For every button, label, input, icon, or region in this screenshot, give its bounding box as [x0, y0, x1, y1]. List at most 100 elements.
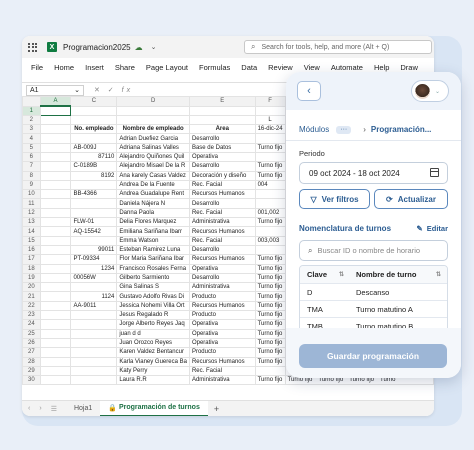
- cell-a[interactable]: [39, 365, 72, 377]
- edit-link[interactable]: ✎ Editar: [416, 224, 448, 233]
- cell-shift[interactable]: [254, 133, 286, 144]
- add-sheet-icon[interactable]: +: [214, 404, 219, 414]
- cell-shift[interactable]: Turno fijo: [254, 356, 286, 367]
- cell-employee-name[interactable]: Jessica Nohemi Villa Ort: [116, 300, 190, 312]
- cell-employee-id[interactable]: 1234: [70, 263, 118, 274]
- cell-a[interactable]: [39, 235, 72, 246]
- row-header[interactable]: 7: [22, 161, 41, 172]
- row-header[interactable]: 26: [22, 337, 41, 349]
- cell-shift[interactable]: Turno fijo: [254, 328, 286, 339]
- sheet-tab-hoja1[interactable]: Hoja1: [66, 401, 100, 417]
- menu-share[interactable]: Share: [115, 63, 135, 72]
- menu-file[interactable]: File: [31, 63, 43, 72]
- cell-a[interactable]: [39, 375, 72, 386]
- cell-employee-id[interactable]: [70, 356, 118, 367]
- cell-employee-name[interactable]: Gilberto Sarmiento: [116, 272, 190, 284]
- cell-employee-name[interactable]: Jesus Regalado R: [116, 310, 190, 321]
- cell-area[interactable]: Recursos Humanos: [188, 189, 256, 200]
- cell-employee-name[interactable]: Nombre de empleado: [116, 124, 190, 135]
- table-row[interactable]: TMA Turno matutino A: [300, 300, 447, 317]
- cell-employee-name[interactable]: Emiliana Sariñana Ibarr: [116, 226, 190, 237]
- row-header[interactable]: 5: [22, 142, 41, 154]
- menu-automate[interactable]: Automate: [331, 63, 363, 72]
- cell-employee-id[interactable]: [70, 319, 118, 330]
- row-header[interactable]: 3: [22, 124, 41, 135]
- shift-search-input[interactable]: ⌕ Buscar ID o nombre de horario: [299, 240, 448, 261]
- cell-shift[interactable]: [254, 151, 286, 163]
- cell-shift[interactable]: [254, 105, 286, 116]
- cell-area[interactable]: Desarrollo: [188, 244, 256, 256]
- cell-a[interactable]: [39, 179, 72, 191]
- cell-employee-name[interactable]: Daniela Nájera N: [116, 198, 190, 209]
- cell-shift[interactable]: Turno fijo: [254, 375, 286, 386]
- cell-a[interactable]: [39, 226, 72, 237]
- menu-home[interactable]: Home: [54, 63, 74, 72]
- user-menu[interactable]: ⌄: [411, 80, 449, 102]
- cell-employee-id[interactable]: AB-009J: [70, 142, 118, 154]
- row-header[interactable]: 9: [22, 179, 41, 191]
- row-header[interactable]: 16: [22, 244, 41, 256]
- menu-view[interactable]: View: [304, 63, 320, 72]
- cell-area[interactable]: Administrativa: [188, 375, 256, 386]
- search-box[interactable]: ⌕ Search for tools, help, and more (Alt …: [244, 40, 432, 54]
- menu-page-layout[interactable]: Page Layout: [146, 63, 188, 72]
- header-nombre[interactable]: Nombre de turno ⇅: [348, 270, 447, 279]
- name-box[interactable]: A1 ⌄: [26, 84, 84, 96]
- app-launcher-icon[interactable]: [28, 42, 37, 52]
- cell-a[interactable]: [39, 124, 72, 135]
- cell-employee-name[interactable]: Gina Salinas S: [116, 282, 190, 293]
- cell-area[interactable]: Operativa: [188, 263, 256, 274]
- cell-area[interactable]: Recursos Humanos: [188, 356, 256, 367]
- cell-employee-name[interactable]: Emma Watson: [116, 235, 190, 246]
- cell-employee-name[interactable]: Andrea Guadalupe Rent: [116, 189, 190, 200]
- row-header[interactable]: 12: [22, 207, 41, 219]
- menu-review[interactable]: Review: [268, 63, 293, 72]
- back-button[interactable]: ‹: [297, 81, 321, 101]
- cell-area[interactable]: Decoración y diseño: [188, 170, 256, 181]
- cell-a[interactable]: [39, 142, 72, 154]
- cell-a[interactable]: [39, 133, 72, 144]
- cell-employee-name[interactable]: Andrea De la Fuente: [116, 179, 190, 191]
- cell-employee-name[interactable]: Alejandro Misael De la R: [116, 161, 190, 172]
- row-header[interactable]: 27: [22, 347, 41, 358]
- cell-employee-id[interactable]: No. empleado: [70, 124, 118, 135]
- cell-employee-id[interactable]: PT-09334: [70, 254, 118, 265]
- row-header[interactable]: 29: [22, 365, 41, 377]
- cell-employee-id[interactable]: C-0189B: [70, 161, 118, 172]
- row-header[interactable]: 15: [22, 235, 41, 246]
- cell-a[interactable]: [39, 328, 72, 339]
- cell-employee-id[interactable]: 00056W: [70, 272, 118, 284]
- cell-area[interactable]: Recursos Humanos: [188, 254, 256, 265]
- cell-shift[interactable]: 001,002: [254, 207, 286, 219]
- cell-area[interactable]: Desarrollo: [188, 272, 256, 284]
- cell-area[interactable]: Base de Datos: [188, 142, 256, 154]
- menu-help[interactable]: Help: [374, 63, 389, 72]
- cell-a[interactable]: [39, 282, 72, 293]
- refresh-button[interactable]: ⟳ Actualizar: [374, 189, 448, 209]
- cell-employee-name[interactable]: Gustavo Adolfo Rivas Di: [116, 291, 190, 302]
- cell-employee-name[interactable]: Juan Orozco Reyes: [116, 337, 190, 349]
- cell-employee-id[interactable]: [70, 235, 118, 246]
- cell-employee-name[interactable]: Alejandro Quiñones Quil: [116, 151, 190, 163]
- cell-shift[interactable]: [254, 189, 286, 200]
- col-header-f[interactable]: F: [254, 96, 286, 107]
- row-header[interactable]: 4: [22, 133, 41, 144]
- row-header[interactable]: 23: [22, 310, 41, 321]
- document-title[interactable]: Programacion2025: [63, 43, 131, 52]
- row-header[interactable]: 21: [22, 291, 41, 302]
- row-header[interactable]: 28: [22, 356, 41, 367]
- cell-employee-id[interactable]: [70, 310, 118, 321]
- cell-area[interactable]: Recursos Humanos: [188, 300, 256, 312]
- cell-a[interactable]: [39, 170, 72, 181]
- cell-shift[interactable]: [254, 365, 286, 377]
- cell-employee-name[interactable]: juan d d: [116, 328, 190, 339]
- breadcrumb-root[interactable]: Módulos: [299, 125, 329, 134]
- cell-shift[interactable]: [254, 198, 286, 209]
- cell-employee-id[interactable]: [70, 105, 118, 116]
- cell-employee-id[interactable]: [70, 198, 118, 209]
- cell-a[interactable]: [39, 198, 72, 209]
- cell-shift[interactable]: Turno fijo: [254, 347, 286, 358]
- cell-shift[interactable]: Turno fijo: [254, 263, 286, 274]
- cell-shift[interactable]: Turno fijo: [254, 291, 286, 302]
- cell-employee-name[interactable]: Ana karely Casas Valdez: [116, 170, 190, 181]
